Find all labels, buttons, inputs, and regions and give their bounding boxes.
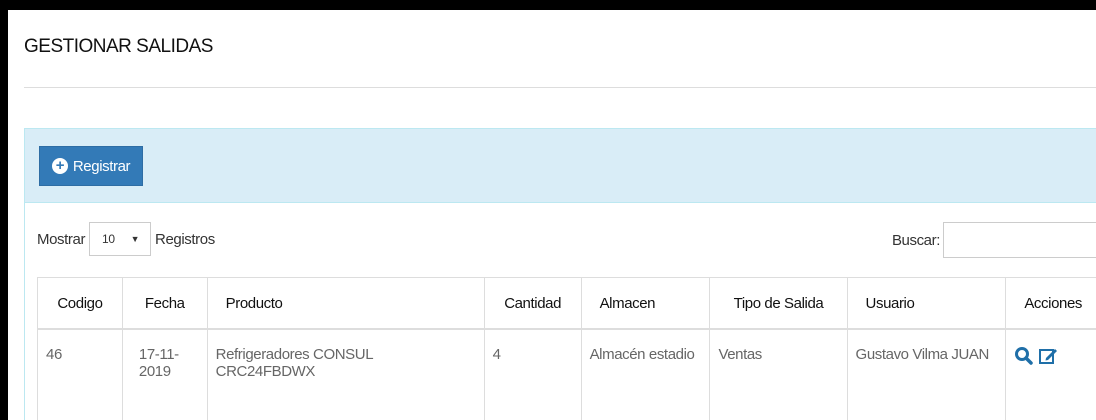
cell-almacen: Almacén estadio: [580, 328, 711, 420]
length-select-value: 10: [102, 232, 115, 246]
search-icon[interactable]: [1014, 346, 1034, 366]
cell-producto: Refrigeradores CONSUL CRC24FBDWX: [206, 328, 485, 420]
panel-heading: + Registrar: [25, 129, 1096, 203]
cell-acciones: [1005, 328, 1096, 420]
register-button[interactable]: + Registrar: [39, 146, 143, 186]
header-tipo-salida[interactable]: Tipo de Salida: [709, 277, 848, 330]
table-header-row: Codigo Fecha Producto Cantidad Almacen T…: [37, 277, 1096, 330]
page-title: GESTIONAR SALIDAS: [24, 36, 213, 57]
cell-codigo: 46: [37, 328, 123, 420]
search-label: Buscar:: [891, 231, 940, 249]
header-cantidad[interactable]: Cantidad: [483, 277, 582, 330]
header-producto[interactable]: Producto: [206, 277, 485, 330]
data-table: Codigo Fecha Producto Cantidad Almacen T…: [37, 277, 1096, 420]
register-button-label: Registrar: [72, 157, 131, 175]
search-control: Buscar:: [892, 222, 1096, 258]
caret-down-icon: ▼: [130, 234, 140, 244]
length-control: Mostrar 10 ▼ Registros: [37, 222, 215, 256]
edit-icon[interactable]: [1038, 346, 1058, 366]
length-suffix: Registros: [155, 230, 215, 248]
cell-usuario: Gustavo Vilma JUAN: [846, 328, 1007, 420]
header-usuario[interactable]: Usuario: [846, 277, 1007, 330]
table-row: 46 17-11-2019 Refrigeradores CONSUL CRC2…: [37, 328, 1096, 420]
cell-tipo: Ventas: [709, 328, 848, 420]
title-divider: [24, 87, 1096, 88]
header-almacen[interactable]: Almacen: [580, 277, 711, 330]
length-select[interactable]: 10 ▼: [89, 222, 152, 256]
length-prefix: Mostrar: [37, 230, 86, 248]
plus-circle-icon: +: [51, 158, 68, 174]
cell-cantidad: 4: [483, 328, 582, 420]
page: GESTIONAR SALIDAS + Registrar Mostrar 10…: [8, 10, 1096, 420]
search-input[interactable]: [943, 222, 1096, 258]
header-fecha[interactable]: Fecha: [121, 277, 208, 330]
header-acciones: Acciones: [1005, 277, 1096, 330]
panel: + Registrar Mostrar 10 ▼ Registros Busca…: [24, 128, 1096, 420]
header-codigo[interactable]: Codigo: [37, 277, 123, 330]
cell-fecha: 17-11-2019: [121, 328, 208, 420]
